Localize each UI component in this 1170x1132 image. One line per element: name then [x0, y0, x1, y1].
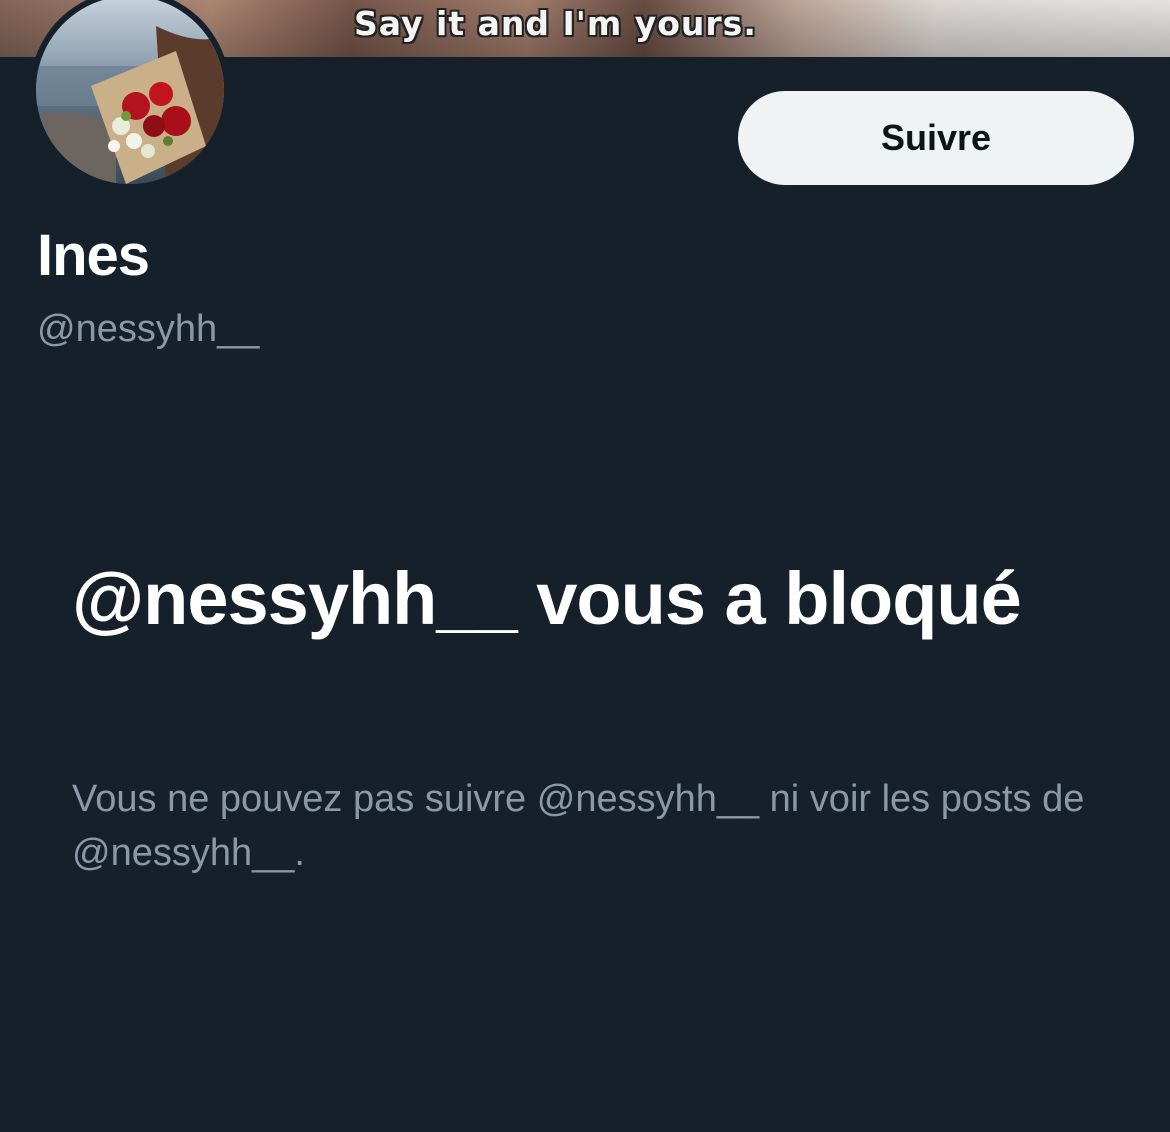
blocked-title: @nessyhh__ vous a bloqué — [72, 557, 1022, 640]
profile-handle: @nessyhh__ — [37, 308, 260, 350]
blocked-description: Vous ne pouvez pas suivre @nessyhh__ ni … — [72, 778, 1085, 874]
banner-caption: Say it and I'm yours. — [354, 4, 757, 43]
avatar-image — [36, 0, 224, 184]
profile-display-name: Ines — [37, 223, 150, 288]
avatar[interactable] — [30, 0, 230, 190]
follow-button[interactable]: Suivre — [738, 91, 1134, 185]
